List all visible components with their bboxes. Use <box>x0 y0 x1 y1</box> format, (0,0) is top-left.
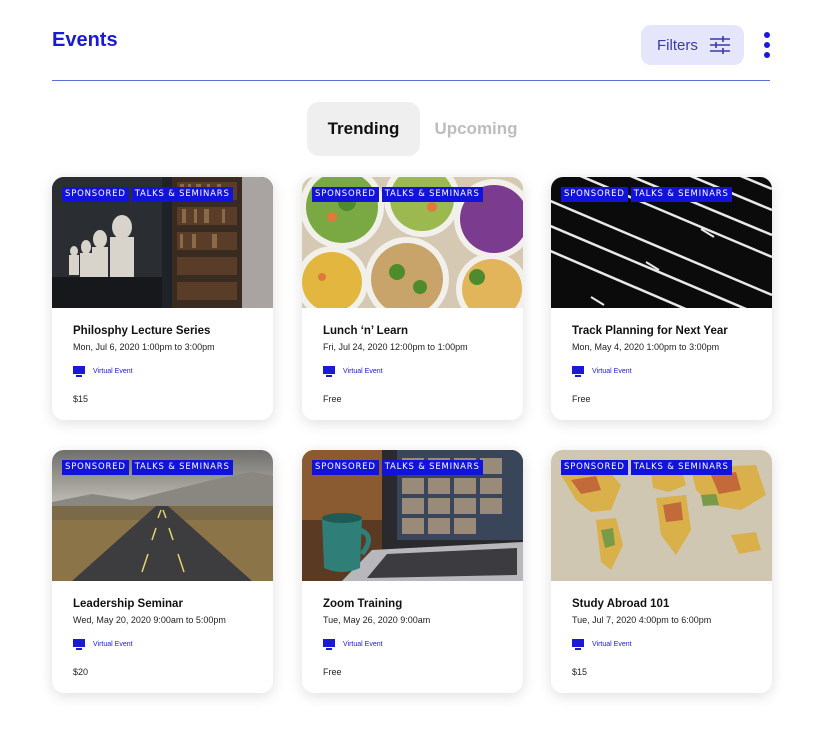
event-price: $15 <box>572 667 588 677</box>
virtual-event-indicator: Virtual Event <box>572 639 632 650</box>
event-price: Free <box>572 394 591 404</box>
tag-category: TALKS & SEMINARS <box>131 187 233 202</box>
tag-sponsored: SPONSORED <box>312 187 379 202</box>
event-title[interactable]: Zoom Training <box>323 598 402 610</box>
monitor-icon <box>323 639 335 650</box>
event-date: Fri, Jul 24, 2020 12:00pm to 1:00pm <box>323 342 468 352</box>
tag-list: SPONSORED TALKS & SEMINARS <box>62 460 233 475</box>
tag-category: TALKS & SEMINARS <box>630 187 732 202</box>
monitor-icon <box>73 366 85 377</box>
monitor-icon <box>572 366 584 377</box>
event-card-lunch[interactable]: SPONSORED TALKS & SEMINARS Lunch ‘n’ Lea… <box>302 177 523 420</box>
tag-list: SPONSORED TALKS & SEMINARS <box>312 460 483 475</box>
virtual-event-indicator: Virtual Event <box>73 366 133 377</box>
virtual-event-label: Virtual Event <box>343 368 383 375</box>
event-date: Mon, Jul 6, 2020 1:00pm to 3:00pm <box>73 342 215 352</box>
event-price: Free <box>323 394 342 404</box>
virtual-event-label: Virtual Event <box>93 641 133 648</box>
virtual-event-indicator: Virtual Event <box>323 366 383 377</box>
tab-upcoming[interactable]: Upcoming <box>420 102 532 156</box>
filters-button[interactable]: Filters <box>641 25 744 65</box>
event-card-philosophy[interactable]: SPONSORED TALKS & SEMINARS Philosphy Lec… <box>52 177 273 420</box>
event-title[interactable]: Study Abroad 101 <box>572 598 669 610</box>
tag-category: TALKS & SEMINARS <box>630 460 732 475</box>
sliders-icon <box>710 36 730 54</box>
event-title[interactable]: Lunch ‘n’ Learn <box>323 325 408 337</box>
tag-list: SPONSORED TALKS & SEMINARS <box>62 187 233 202</box>
event-date: Tue, May 26, 2020 9:00am <box>323 615 431 625</box>
monitor-icon <box>323 366 335 377</box>
tag-list: SPONSORED TALKS & SEMINARS <box>561 460 732 475</box>
tag-category: TALKS & SEMINARS <box>381 460 483 475</box>
tag-list: SPONSORED TALKS & SEMINARS <box>561 187 732 202</box>
virtual-event-indicator: Virtual Event <box>323 639 383 650</box>
tag-sponsored: SPONSORED <box>62 187 129 202</box>
virtual-event-label: Virtual Event <box>592 368 632 375</box>
event-title[interactable]: Leadership Seminar <box>73 598 183 610</box>
virtual-event-indicator: Virtual Event <box>73 639 133 650</box>
event-price: Free <box>323 667 342 677</box>
event-date: Mon, May 4, 2020 1:00pm to 3:00pm <box>572 342 720 352</box>
event-title[interactable]: Philosphy Lecture Series <box>73 325 210 337</box>
tag-sponsored: SPONSORED <box>62 460 129 475</box>
event-card-leadership[interactable]: SPONSORED TALKS & SEMINARS Leadership Se… <box>52 450 273 693</box>
monitor-icon <box>73 639 85 650</box>
tag-category: TALKS & SEMINARS <box>381 187 483 202</box>
event-price: $20 <box>73 667 89 677</box>
page-title: Events <box>52 29 118 51</box>
tag-category: TALKS & SEMINARS <box>131 460 233 475</box>
filters-label: Filters <box>657 36 698 54</box>
event-date: Tue, Jul 7, 2020 4:00pm to 6:00pm <box>572 615 712 625</box>
virtual-event-label: Virtual Event <box>592 641 632 648</box>
event-title[interactable]: Track Planning for Next Year <box>572 325 728 337</box>
tag-sponsored: SPONSORED <box>312 460 379 475</box>
more-options-icon[interactable] <box>760 30 774 60</box>
event-card-track[interactable]: SPONSORED TALKS & SEMINARS Track Plannin… <box>551 177 772 420</box>
virtual-event-indicator: Virtual Event <box>572 366 632 377</box>
monitor-icon <box>572 639 584 650</box>
tag-sponsored: SPONSORED <box>561 187 628 202</box>
header-divider <box>52 80 770 81</box>
event-price: $15 <box>73 394 89 404</box>
tag-sponsored: SPONSORED <box>561 460 628 475</box>
tab-trending[interactable]: Trending <box>307 102 420 156</box>
event-date: Wed, May 20, 2020 9:00am to 5:00pm <box>73 615 226 625</box>
virtual-event-label: Virtual Event <box>343 641 383 648</box>
virtual-event-label: Virtual Event <box>93 368 133 375</box>
tag-list: SPONSORED TALKS & SEMINARS <box>312 187 483 202</box>
event-card-zoom[interactable]: SPONSORED TALKS & SEMINARS Zoom Training… <box>302 450 523 693</box>
event-card-study-abroad[interactable]: SPONSORED TALKS & SEMINARS Study Abroad … <box>551 450 772 693</box>
